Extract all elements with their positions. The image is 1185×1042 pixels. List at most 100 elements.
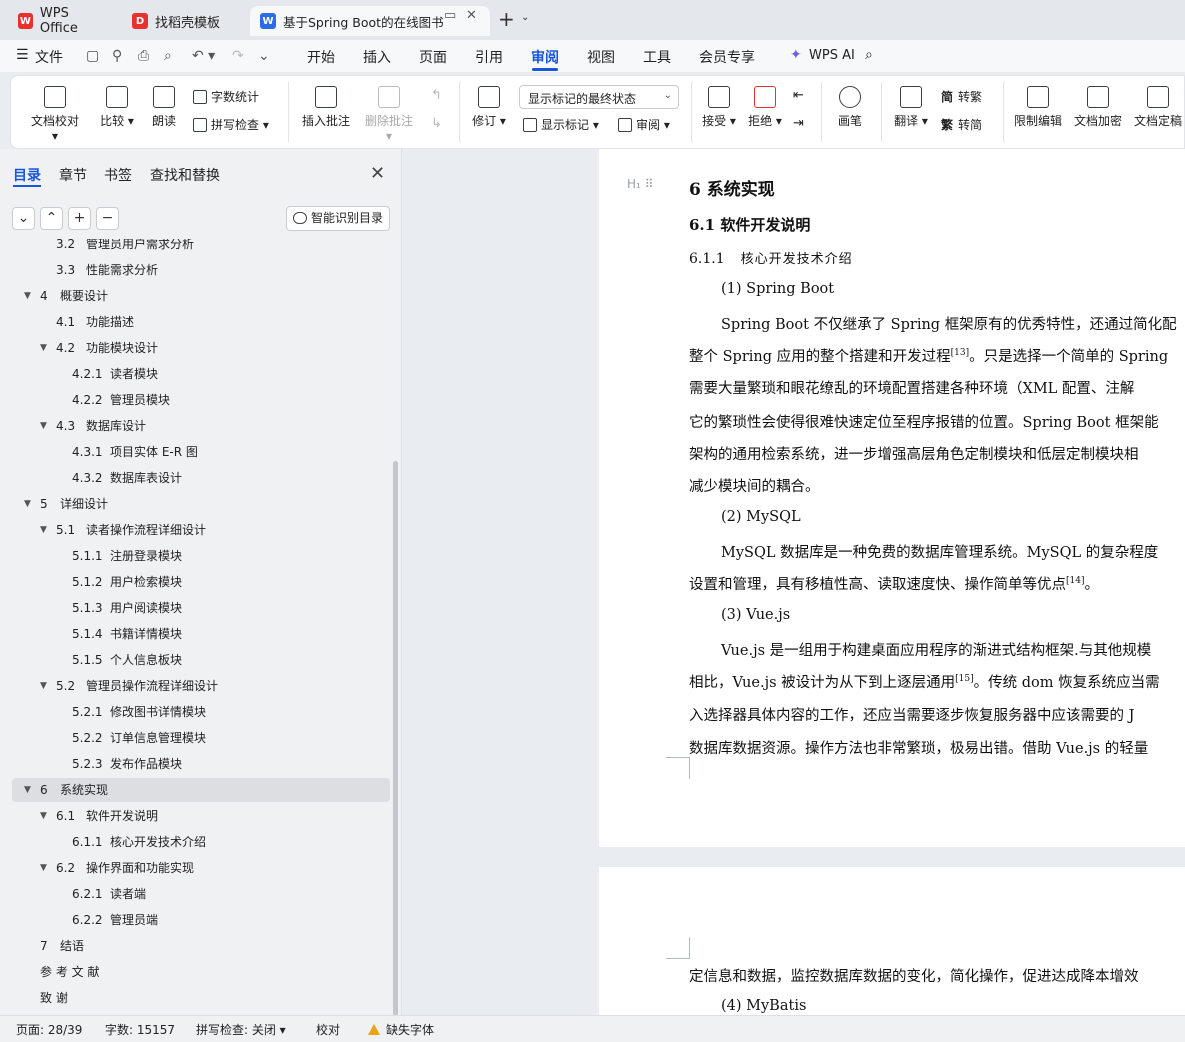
- toc-item[interactable]: 6.2.1 读者端: [12, 882, 390, 906]
- insert-comment-button[interactable]: 插入批注: [301, 86, 351, 129]
- expand-arrow-icon[interactable]: ▼: [40, 674, 47, 698]
- save-icon[interactable]: ▢: [86, 48, 99, 64]
- prev-comment-icon[interactable]: ↰: [431, 88, 442, 103]
- expand-arrow-icon[interactable]: ▼: [40, 518, 47, 542]
- restrict-edit-button[interactable]: 限制编辑: [1013, 86, 1063, 129]
- collapse-all-button[interactable]: ⌄: [12, 207, 35, 230]
- toc-item[interactable]: 5.1.1 注册登录模块: [12, 544, 390, 568]
- toc-item[interactable]: 4.1 功能描述: [12, 310, 390, 334]
- search-icon[interactable]: ⌕: [865, 47, 873, 63]
- proof-status[interactable]: 校对: [316, 1021, 340, 1038]
- to-simplified-button[interactable]: 繁 转简: [941, 116, 982, 133]
- print-icon[interactable]: ⎙: [138, 48, 149, 64]
- next-change-icon[interactable]: ⇥: [793, 116, 804, 131]
- menu-wps-ai[interactable]: WPS AI: [809, 48, 855, 63]
- toc-item[interactable]: 5.1.4 书籍详情模块: [12, 622, 390, 646]
- toc-item[interactable]: 5.1.5 个人信息板块: [12, 648, 390, 672]
- expand-arrow-icon[interactable]: ▼: [40, 856, 47, 880]
- menu-home[interactable]: 开始: [307, 47, 335, 67]
- undo-icon[interactable]: ↶ ▾: [192, 48, 215, 64]
- page-indicator[interactable]: 页面: 28/39: [16, 1021, 82, 1038]
- toc-item[interactable]: ▼ 5 详细设计: [12, 492, 390, 516]
- show-markup-button[interactable]: 显示标记 ▾: [523, 116, 599, 133]
- toc-item[interactable]: ▼ 4.3 数据库设计: [12, 414, 390, 438]
- toc-item[interactable]: ▼ 5.2 管理员操作流程详细设计: [12, 674, 390, 698]
- print-preview-icon[interactable]: ⌕: [164, 48, 172, 64]
- smart-toc-button[interactable]: 智能识别目录: [286, 206, 390, 231]
- toc-item[interactable]: 5.2.1 修改图书详情模块: [12, 700, 390, 724]
- hamburger-icon[interactable]: ☰: [16, 47, 29, 63]
- expand-arrow-icon[interactable]: ▼: [40, 414, 47, 438]
- menu-references[interactable]: 引用: [475, 47, 503, 67]
- toc-scrollbar[interactable]: [393, 461, 398, 1016]
- redo-icon[interactable]: ↷: [232, 48, 244, 64]
- toc-item[interactable]: 6.2.2 管理员端: [12, 908, 390, 932]
- translate-button[interactable]: 翻译 ▾: [893, 86, 929, 129]
- missing-font-status[interactable]: 缺失字体: [368, 1021, 434, 1038]
- tab-chapters[interactable]: 章节: [59, 165, 87, 185]
- close-tab-icon[interactable]: ✕: [466, 8, 477, 23]
- menu-file[interactable]: 文件: [35, 47, 63, 67]
- close-panel-icon[interactable]: ✕: [370, 163, 385, 184]
- more-chevron-icon[interactable]: ⌄: [258, 48, 270, 64]
- toc-item[interactable]: 4.3.2 数据库表设计: [12, 466, 390, 490]
- review-button[interactable]: 审阅 ▾: [618, 116, 670, 133]
- tab-wps-office[interactable]: W WPS Office: [8, 6, 116, 36]
- compare-button[interactable]: 比较 ▾: [97, 86, 137, 129]
- menu-member[interactable]: 会员专享: [699, 47, 755, 67]
- add-heading-button[interactable]: +: [68, 207, 91, 230]
- accept-button[interactable]: 接受 ▾: [701, 86, 737, 129]
- toc-item[interactable]: 4.3.1 项目实体 E-R 图: [12, 440, 390, 464]
- menu-review[interactable]: 审阅: [531, 47, 559, 67]
- expand-arrow-icon[interactable]: ▼: [40, 336, 47, 360]
- toc-item[interactable]: 3.2 管理员用户需求分析: [12, 239, 390, 256]
- doc-proof-button[interactable]: 文档校对 ▾: [29, 86, 81, 143]
- menu-page[interactable]: 页面: [419, 47, 447, 67]
- expand-up-button[interactable]: ⌃: [40, 207, 63, 230]
- revise-button[interactable]: 修订 ▾: [471, 86, 507, 129]
- heading-handle-icon[interactable]: H₁ ⠿: [627, 177, 653, 191]
- expand-arrow-icon[interactable]: ▼: [24, 778, 31, 802]
- toc-item[interactable]: 7 结语: [12, 934, 390, 958]
- toc-item[interactable]: ▼ 6.2 操作界面和功能实现: [12, 856, 390, 880]
- remove-heading-button[interactable]: −: [96, 207, 119, 230]
- delete-comment-button[interactable]: 删除批注 ▾: [361, 86, 417, 143]
- spell-check-status[interactable]: 拼写检查: 关闭 ▾: [196, 1021, 286, 1038]
- monitor-icon[interactable]: ▭: [444, 8, 456, 23]
- share-icon[interactable]: ⚲: [112, 48, 122, 64]
- toc-item[interactable]: 4.2.1 读者模块: [12, 362, 390, 386]
- toc-item[interactable]: ▼ 5.1 读者操作流程详细设计: [12, 518, 390, 542]
- expand-arrow-icon[interactable]: ▼: [24, 284, 31, 308]
- to-traditional-button[interactable]: 简 转繁: [941, 88, 982, 105]
- tab-find-replace[interactable]: 查找和替换: [150, 165, 220, 185]
- doc-finalize-button[interactable]: 文档定稿: [1133, 86, 1183, 129]
- toc-item[interactable]: 致 谢: [12, 986, 390, 1009]
- toc-item[interactable]: 3.3 性能需求分析: [12, 258, 390, 282]
- prev-change-icon[interactable]: ⇤: [793, 88, 804, 103]
- expand-arrow-icon[interactable]: ▼: [24, 492, 31, 516]
- word-count-button[interactable]: 字数统计: [193, 88, 259, 105]
- markup-state-select[interactable]: 显示标记的最终状态 ⌄: [519, 85, 679, 109]
- chevron-down-icon[interactable]: ⌄: [521, 12, 529, 23]
- toc-item[interactable]: 5.2.3 发布作品模块: [12, 752, 390, 776]
- next-comment-icon[interactable]: ↳: [431, 116, 442, 131]
- read-aloud-button[interactable]: 朗读: [149, 86, 179, 129]
- pen-button[interactable]: 画笔: [835, 86, 865, 129]
- new-tab-icon[interactable]: +: [498, 9, 515, 29]
- menu-insert[interactable]: 插入: [363, 47, 391, 67]
- toc-item[interactable]: ▼ 6.1 软件开发说明: [12, 804, 390, 828]
- reject-button[interactable]: 拒绝 ▾: [747, 86, 783, 129]
- menu-tools[interactable]: 工具: [643, 47, 671, 67]
- spell-check-button[interactable]: 拼写检查 ▾: [193, 116, 269, 133]
- toc-item[interactable]: 5.2.2 订单信息管理模块: [12, 726, 390, 750]
- doc-encrypt-button[interactable]: 文档加密: [1073, 86, 1123, 129]
- toc-item[interactable]: 6.1.1 核心开发技术介绍: [12, 830, 390, 854]
- tab-docer[interactable]: D 找稻壳模板: [122, 6, 244, 36]
- toc-item[interactable]: 参 考 文 献: [12, 960, 390, 984]
- toc-item[interactable]: 5.1.3 用户阅读模块: [12, 596, 390, 620]
- menu-view[interactable]: 视图: [587, 47, 615, 67]
- toc-item[interactable]: ▼ 4 概要设计: [12, 284, 390, 308]
- toc-item[interactable]: 4.2.2 管理员模块: [12, 388, 390, 412]
- tab-toc[interactable]: 目录: [13, 165, 41, 185]
- tab-bookmarks[interactable]: 书签: [104, 165, 132, 185]
